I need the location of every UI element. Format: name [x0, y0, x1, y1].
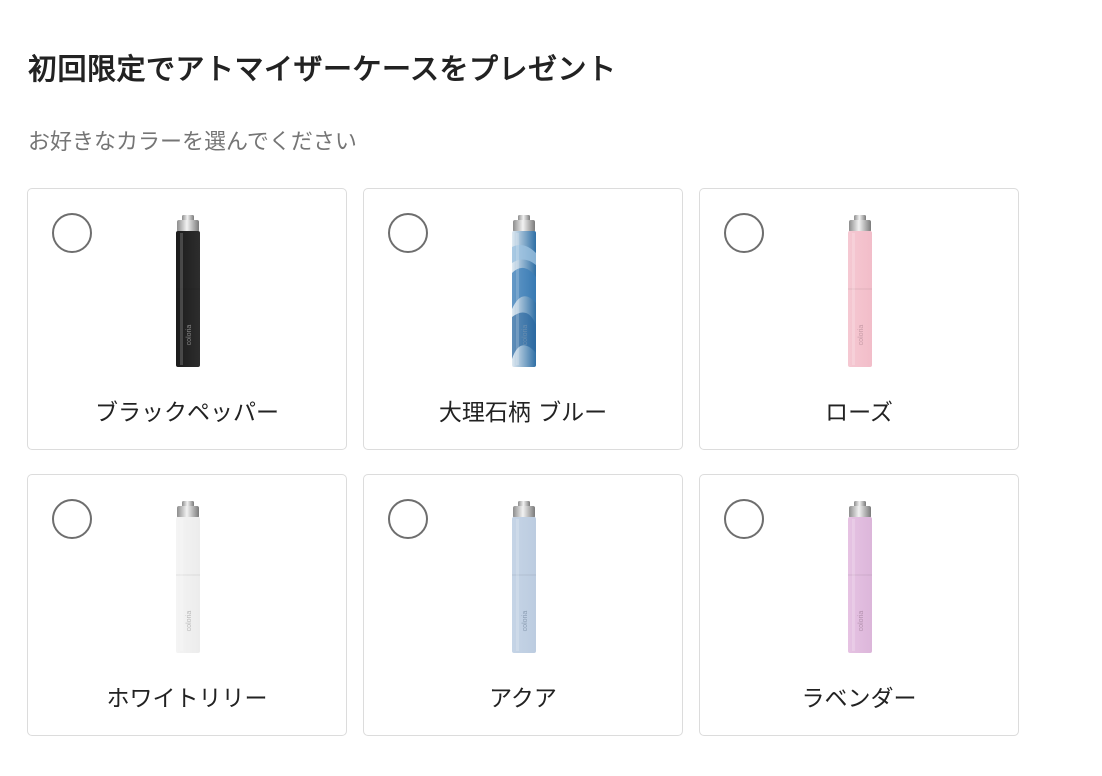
brand-text: coloria — [186, 325, 193, 346]
atomizer-image: coloria — [176, 501, 200, 653]
option-label: ホワイトリリー — [106, 686, 268, 712]
cap-shape — [177, 220, 199, 232]
option-card-rose[interactable]: coloria ローズ — [699, 188, 1019, 450]
bottle-body — [176, 517, 200, 653]
cap-shape — [849, 506, 871, 518]
option-card-black-pepper[interactable]: coloria ブラックペッパー — [27, 188, 347, 450]
option-card-white-lily[interactable]: coloria ホワイトリリー — [27, 474, 347, 736]
option-card-aqua[interactable]: coloria アクア — [363, 474, 683, 736]
brand-text: coloria — [186, 611, 193, 632]
option-label: ブラックペッパー — [95, 400, 279, 426]
bottle-body — [512, 517, 536, 653]
radio-button[interactable] — [724, 499, 764, 539]
atomizer-image: coloria — [848, 215, 872, 367]
cap-shape — [849, 220, 871, 232]
bottle-body — [176, 231, 200, 367]
radio-button[interactable] — [388, 499, 428, 539]
option-label: ローズ — [825, 400, 893, 426]
atomizer-image: coloria — [176, 215, 200, 367]
page-title: 初回限定でアトマイザーケースをプレゼント — [28, 52, 617, 86]
brand-text: coloria — [858, 611, 865, 632]
brand-text: coloria — [522, 325, 529, 346]
radio-button[interactable] — [52, 499, 92, 539]
option-card-lavender[interactable]: coloria ラベンダー — [699, 474, 1019, 736]
bottle-body — [848, 517, 872, 653]
brand-text: coloria — [522, 611, 529, 632]
cap-shape — [177, 506, 199, 518]
atomizer-image: coloria — [848, 501, 872, 653]
radio-button[interactable] — [52, 213, 92, 253]
option-label: アクア — [489, 686, 557, 712]
option-label: 大理石柄 ブルー — [438, 400, 608, 426]
bottle-body — [848, 231, 872, 367]
atomizer-image: coloria — [512, 215, 536, 367]
option-card-marble-blue[interactable]: coloria 大理石柄 ブルー — [363, 188, 683, 450]
brand-text: coloria — [858, 325, 865, 346]
radio-button[interactable] — [724, 213, 764, 253]
radio-button[interactable] — [388, 213, 428, 253]
cap-shape — [513, 506, 535, 518]
atomizer-image: coloria — [512, 501, 536, 653]
page-subtitle: お好きなカラーを選んでください — [28, 130, 357, 155]
option-label: ラベンダー — [801, 686, 917, 712]
cap-shape — [513, 220, 535, 232]
color-options-grid: coloria ブラックペッパー coloria 大理石柄 ブルー colori… — [27, 188, 1019, 736]
